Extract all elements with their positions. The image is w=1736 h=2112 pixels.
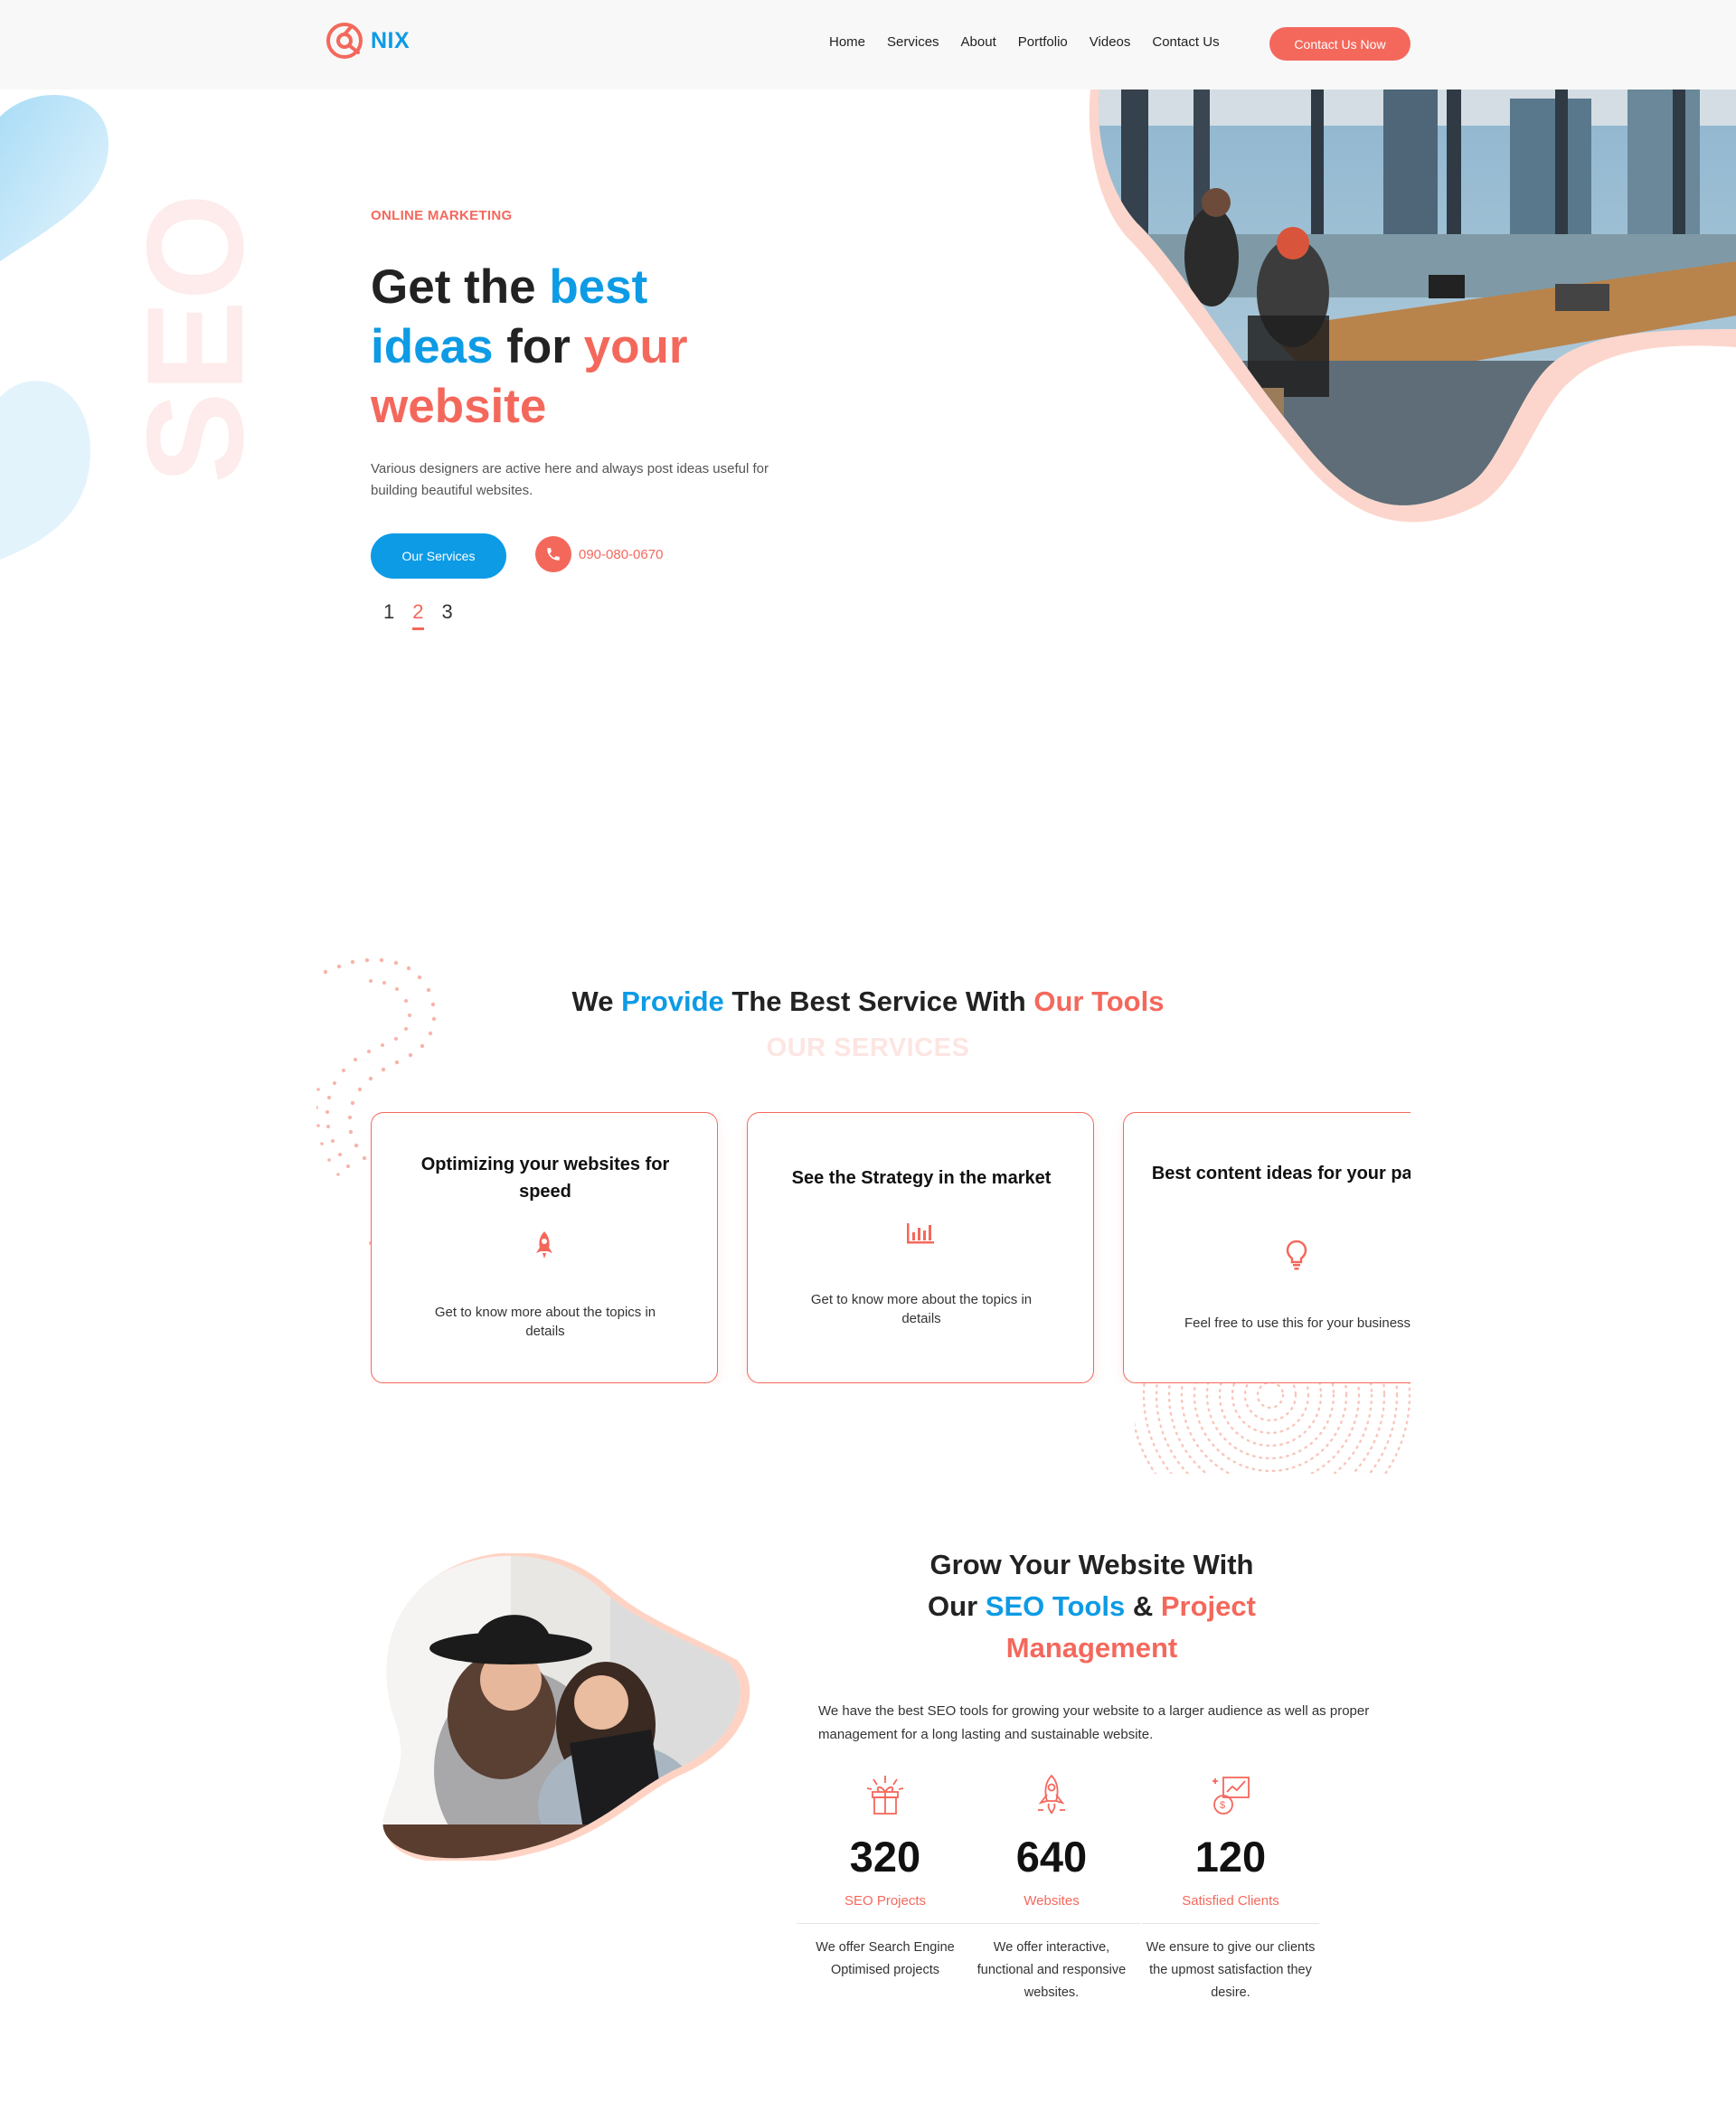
grow-section-title: Grow Your Website With Our SEO Tools & P… bbox=[814, 1544, 1370, 1669]
pager-item-3[interactable]: 3 bbox=[442, 600, 453, 630]
rocket-icon bbox=[372, 1230, 717, 1259]
services-carousel: Optimizing your websites for speed Get t… bbox=[371, 1112, 1410, 1383]
slider-pager: 1 2 3 bbox=[383, 600, 453, 630]
contact-us-now-button[interactable]: Contact Us Now bbox=[1269, 27, 1410, 61]
dotted-circle-decoration bbox=[1135, 1379, 1410, 1474]
pager-item-1[interactable]: 1 bbox=[383, 600, 394, 630]
grow-title-part: SEO Tools bbox=[985, 1590, 1126, 1622]
grow-section-description: We have the best SEO tools for growing y… bbox=[818, 1703, 1370, 1742]
pager-item-2[interactable]: 2 bbox=[412, 600, 424, 630]
grow-title-part: Our bbox=[928, 1590, 986, 1622]
stat-value: 320 bbox=[849, 1833, 921, 1881]
nav-videos[interactable]: Videos bbox=[1090, 34, 1131, 50]
services-title-part: We bbox=[571, 985, 622, 1017]
nav-services[interactable]: Services bbox=[887, 34, 939, 50]
nav-about[interactable]: About bbox=[961, 34, 996, 50]
lightbulb-icon bbox=[1124, 1240, 1410, 1270]
hero-title-part: your bbox=[583, 320, 688, 373]
hero-title-part: website bbox=[371, 380, 547, 433]
stat-satisfied-clients: $ 120 Satisfied Clients We ensure to giv… bbox=[1142, 1772, 1319, 2004]
hero-title-part: ideas bbox=[371, 320, 494, 373]
our-services-button[interactable]: Our Services bbox=[371, 533, 506, 579]
rocket-launch-icon bbox=[963, 1772, 1140, 1821]
money-growth-icon: $ bbox=[1142, 1772, 1319, 1821]
nav-portfolio[interactable]: Portfolio bbox=[1018, 34, 1068, 50]
grow-title-part: Management bbox=[1005, 1632, 1178, 1664]
logo-text: NIX bbox=[371, 27, 410, 53]
stat-description: We offer Search Engine Optimised project… bbox=[816, 1940, 955, 1977]
hero-office-image bbox=[1089, 90, 1736, 523]
services-title-part: Provide bbox=[621, 985, 724, 1017]
service-card-description: Get to know more about the topics in det… bbox=[810, 1292, 1033, 1326]
service-card-strategy[interactable]: See the Strategy in the market Get to kn… bbox=[747, 1112, 1094, 1383]
hero-title-part: Get the bbox=[371, 260, 550, 314]
phone-contact[interactable]: 090-080-0670 bbox=[535, 536, 663, 572]
service-card-title: See the Strategy in the market bbox=[791, 1168, 1052, 1188]
stat-value: 120 bbox=[1194, 1833, 1267, 1881]
logo-icon bbox=[326, 23, 363, 59]
stat-value: 640 bbox=[1015, 1833, 1088, 1881]
services-section-subtitle: OUR SERVICES bbox=[766, 1033, 970, 1062]
nav-home[interactable]: Home bbox=[829, 34, 865, 50]
services-section-title: We Provide The Best Service With Our Too… bbox=[0, 985, 1736, 1018]
stat-description: We ensure to give our clients the upmost… bbox=[1146, 1940, 1316, 2000]
nav-contact[interactable]: Contact Us bbox=[1152, 34, 1219, 50]
grow-title-part: Project bbox=[1160, 1590, 1256, 1622]
hero-title: Get the best ideas for your website bbox=[371, 258, 787, 437]
service-card-content[interactable]: Best content ideas for your pages Feel f… bbox=[1123, 1112, 1410, 1383]
grow-title-part: Grow Your Website With bbox=[929, 1549, 1254, 1580]
service-card-speed[interactable]: Optimizing your websites for speed Get t… bbox=[371, 1112, 718, 1383]
service-card-title: Optimizing your websites for speed bbox=[420, 1155, 670, 1202]
stat-seo-projects: 320 SEO Projects We offer Search Engine … bbox=[797, 1772, 974, 1982]
hero-title-part: best bbox=[549, 260, 648, 314]
gift-box-icon bbox=[797, 1772, 974, 1821]
service-card-title: Best content ideas for your pages bbox=[1151, 1164, 1410, 1183]
stat-label: Websites bbox=[963, 1893, 1140, 1924]
svg-text:$: $ bbox=[1220, 1800, 1225, 1811]
seo-background-text: SEO bbox=[118, 193, 272, 484]
svg-text:SEO: SEO bbox=[118, 193, 272, 484]
phone-number: 090-080-0670 bbox=[579, 546, 664, 562]
stat-websites: 640 Websites We offer interactive, funct… bbox=[963, 1772, 1140, 2004]
phone-icon bbox=[535, 536, 571, 572]
services-title-part: The Best Service With bbox=[723, 985, 1034, 1017]
services-title-part: Our Tools bbox=[1033, 985, 1165, 1017]
service-card-description: Get to know more about the topics in det… bbox=[434, 1305, 656, 1339]
stat-label: SEO Projects bbox=[797, 1893, 974, 1924]
main-nav: Home Services About Portfolio Videos Con… bbox=[829, 34, 1241, 50]
grow-title-part: & bbox=[1125, 1590, 1161, 1622]
logo[interactable]: NIX bbox=[326, 20, 410, 61]
stat-description: We offer interactive, functional and res… bbox=[976, 1940, 1127, 2000]
service-card-description: Feel free to use this for your business bbox=[1184, 1315, 1410, 1331]
hero-description: Various designers are active here and al… bbox=[371, 461, 769, 498]
hero-title-part: for bbox=[493, 320, 584, 373]
site-header: NIX Home Services About Portfolio Videos… bbox=[0, 0, 1736, 90]
bar-chart-icon bbox=[748, 1220, 1093, 1245]
grow-section-image bbox=[382, 1553, 750, 1861]
hero-eyebrow: ONLINE MARKETING bbox=[371, 208, 513, 223]
stat-label: Satisfied Clients bbox=[1142, 1893, 1319, 1924]
